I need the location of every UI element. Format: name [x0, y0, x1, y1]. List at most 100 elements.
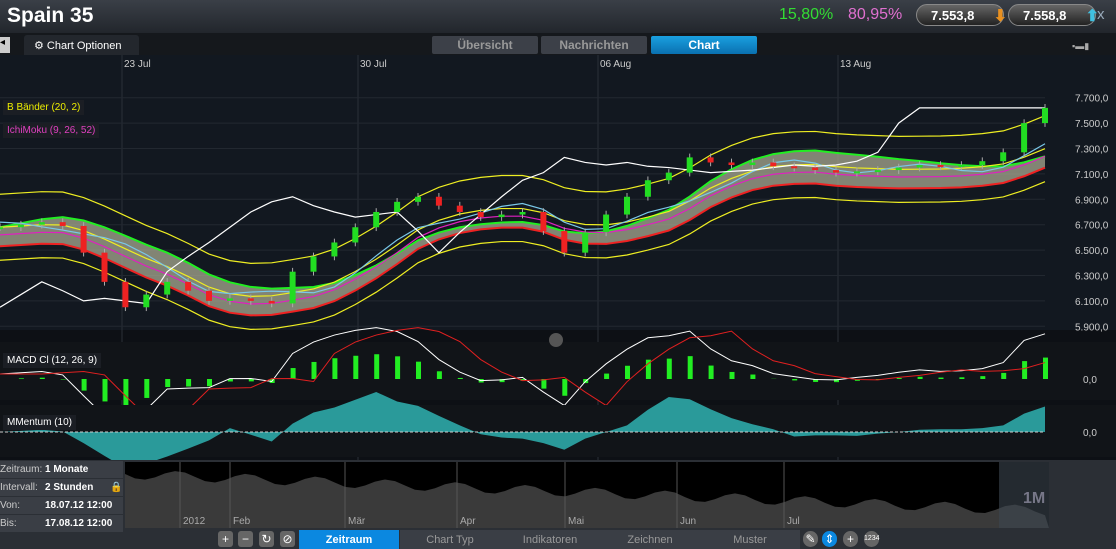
- month-label: Mär: [348, 516, 366, 527]
- chart-options-button[interactable]: ⚙ Chart Optionen: [24, 35, 139, 55]
- navigator-overview[interactable]: 2012 Feb Mär Apr Mai Jun Jul 1M: [125, 462, 1049, 528]
- macd-bar: [541, 379, 547, 389]
- candle: [206, 290, 212, 301]
- candle: [247, 298, 254, 301]
- candle: [665, 172, 672, 181]
- tab-indikatoren[interactable]: Indikatoren: [500, 530, 600, 549]
- chart-area[interactable]: 23 Jul 30 Jul 06 Aug 13 Aug 7.700,0 7.500,0 7.…: [0, 55, 1116, 469]
- tab-muster[interactable]: Muster: [700, 530, 800, 549]
- range-window[interactable]: 1M: [999, 462, 1049, 528]
- candle: [164, 281, 171, 295]
- legend-macd[interactable]: MACD Cl (12, 26, 9): [3, 353, 102, 368]
- tab-chart-typ[interactable]: Chart Typ: [400, 530, 500, 549]
- macd-bar: [248, 379, 254, 382]
- candle: [728, 162, 735, 166]
- y-tick-label: 5.900,0: [1075, 322, 1109, 333]
- candle: [582, 232, 589, 253]
- macd-bar: [165, 379, 171, 387]
- tab-uebersicht[interactable]: Übersicht: [432, 36, 538, 54]
- macd-bar: [207, 379, 212, 387]
- candle: [498, 214, 505, 218]
- candle: [1021, 123, 1028, 153]
- candle: [310, 256, 317, 272]
- macd-bar: [353, 355, 359, 379]
- gear-icon: ⚙: [34, 40, 47, 52]
- pencil-icon[interactable]: ✎: [803, 531, 818, 547]
- crosshair-icon[interactable]: +: [843, 531, 858, 547]
- reset-icon[interactable]: ⊘: [280, 531, 295, 547]
- tab-chart[interactable]: Chart: [651, 36, 757, 54]
- candle: [1000, 152, 1007, 162]
- macd-bar: [666, 358, 672, 379]
- candle: [853, 171, 860, 174]
- candle: [1042, 107, 1048, 124]
- tab-zeitraum[interactable]: Zeitraum: [299, 530, 399, 549]
- candle: [644, 180, 651, 197]
- overview-area: 2012 Feb Mär Apr Mai Jun Jul: [125, 462, 1049, 528]
- candle: [59, 222, 66, 226]
- intervall-info: Intervall: 2 Stunden 🔒: [0, 479, 123, 496]
- scroll-icon[interactable]: ⇕: [822, 531, 837, 547]
- macd-bar: [687, 356, 693, 379]
- candle: [833, 170, 839, 173]
- candle: [770, 162, 777, 167]
- bid-price: 7.553,8: [931, 8, 975, 23]
- back-arrow-icon[interactable]: ◂: [0, 37, 10, 53]
- macd-bar: [144, 379, 150, 398]
- y-tick-label: 6.700,0: [1075, 221, 1109, 232]
- month-label: Apr: [460, 516, 476, 527]
- values-icon[interactable]: 1234: [864, 531, 880, 547]
- candle: [331, 242, 338, 257]
- macd-bar: [332, 358, 338, 379]
- y-tick-label: 6.900,0: [1075, 195, 1109, 206]
- overview-area-fill: [125, 471, 1049, 528]
- macd-bar: [102, 379, 108, 402]
- refresh-icon[interactable]: ↻: [259, 531, 274, 547]
- momentum-zero-label: 0,0: [1083, 428, 1097, 439]
- legend-momentum[interactable]: MMentum (10): [3, 415, 77, 430]
- chart-options-label: Chart Optionen: [46, 40, 122, 52]
- arrow-down-icon: ⬇: [993, 8, 1007, 25]
- candle: [477, 212, 484, 218]
- buy-button[interactable]: 7.558,8 ⬆: [1008, 4, 1099, 26]
- x-tick-label: 06 Aug: [600, 59, 631, 70]
- macd-bar: [1043, 357, 1048, 379]
- candle: [268, 300, 275, 304]
- macd-bar: [938, 377, 944, 379]
- candle: [540, 212, 547, 232]
- y-tick-label: 6.100,0: [1075, 297, 1109, 308]
- month-label: 2012: [183, 516, 206, 527]
- macd-bar: [290, 368, 296, 379]
- macd-bar: [896, 378, 902, 379]
- candle: [394, 201, 401, 212]
- tab-nachrichten[interactable]: Nachrichten: [541, 36, 647, 54]
- panel-resize-handle: [549, 333, 563, 347]
- macd-bar: [81, 379, 87, 391]
- macd-bar: [604, 373, 610, 379]
- candle: [101, 252, 108, 282]
- candle: [373, 212, 380, 228]
- macd-bar: [708, 365, 714, 379]
- close-icon[interactable]: x: [1097, 6, 1105, 23]
- sell-button[interactable]: 7.553,8 ⬇: [916, 4, 1007, 26]
- von-info: Von: 18.07.12 12:00: [0, 497, 123, 514]
- candle: [624, 196, 630, 215]
- legend-bollinger[interactable]: B Bänder (20, 2): [3, 100, 85, 115]
- x-tick-label: 30 Jul: [360, 59, 387, 70]
- month-label: Jun: [680, 516, 696, 527]
- macd-bar: [39, 377, 45, 379]
- macd-bar: [729, 371, 735, 379]
- candle: [791, 166, 798, 169]
- legend-ichimoku[interactable]: IchiMoku (9, 26, 52): [3, 123, 100, 138]
- month-label: Mai: [568, 516, 584, 527]
- zoom-out-button[interactable]: −: [238, 531, 253, 547]
- lock-icon[interactable]: 🔒: [110, 482, 122, 493]
- instrument-title: Spain 35: [7, 4, 94, 27]
- candle: [958, 165, 965, 168]
- window-size-icons[interactable]: ▪▬▮: [1072, 41, 1102, 51]
- candle: [519, 212, 526, 215]
- zoom-in-button[interactable]: +: [218, 531, 233, 547]
- macd-bar: [959, 377, 965, 379]
- tab-zeichnen[interactable]: Zeichnen: [600, 530, 700, 549]
- candle: [812, 167, 819, 171]
